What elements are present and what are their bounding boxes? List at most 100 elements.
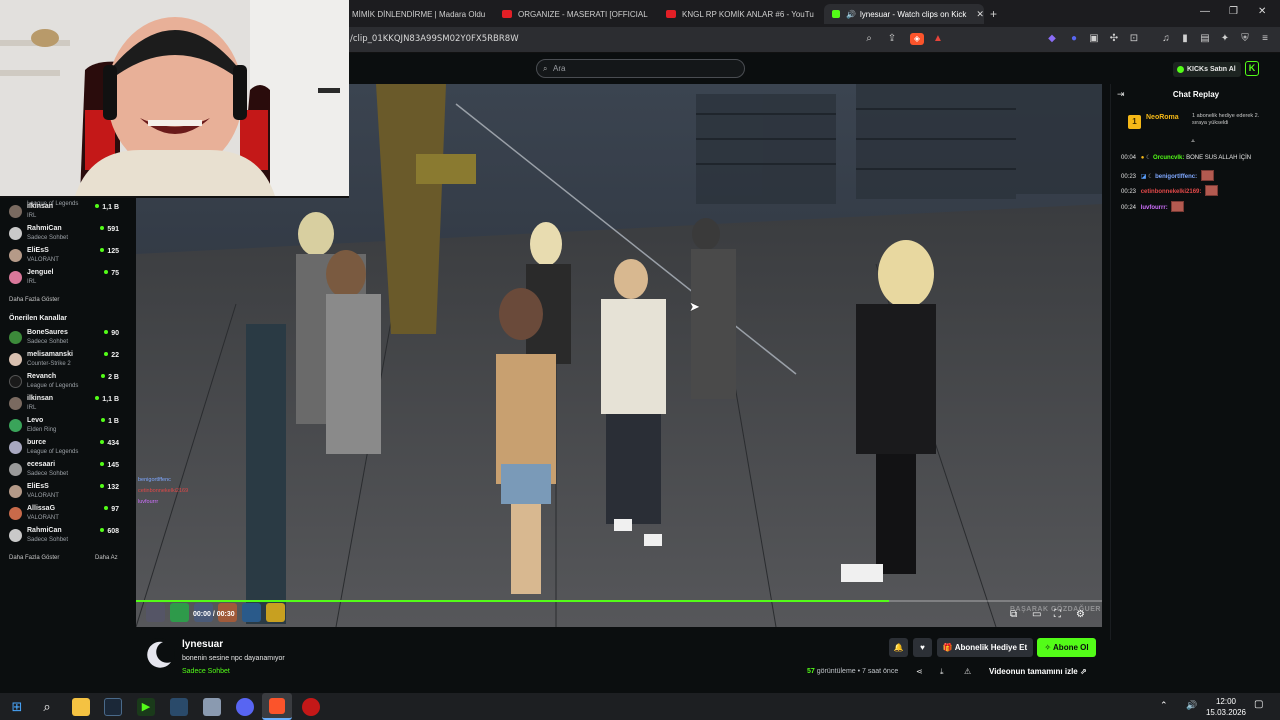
- app-icon-2[interactable]: [203, 698, 221, 716]
- avatar: [9, 271, 22, 284]
- avatar: [9, 375, 22, 388]
- sidebar-item-rahmican-2[interactable]: RahmiCan Sadece Sohbet 608: [0, 525, 127, 547]
- file-explorer-icon[interactable]: [72, 698, 90, 716]
- volume-icon[interactable]: 🔊: [1186, 700, 1197, 711]
- watch-full-video-button[interactable]: Videonun tamamını izle ⇗: [981, 663, 1095, 680]
- chat-title: Chat Replay: [1172, 90, 1220, 99]
- system-clock[interactable]: 12:00 15.03.2026: [1206, 696, 1246, 718]
- extensions-puzzle-icon[interactable]: ✣: [1108, 33, 1120, 45]
- clip-category[interactable]: Sadece Sohbet: [182, 668, 230, 675]
- sidebar-item-levo[interactable]: Levo Elden Ring 1 B: [0, 415, 127, 437]
- emote-icon: [1171, 201, 1185, 212]
- moon-badge-icon: ☾: [1145, 155, 1152, 161]
- notification-center-icon[interactable]: ▢: [1254, 699, 1263, 710]
- sidebar-item-burce[interactable]: burce League of Legends 434: [0, 437, 127, 459]
- share-icon[interactable]: ⋖: [916, 667, 923, 676]
- avatar: [9, 331, 22, 344]
- kick-icon: [832, 10, 840, 18]
- discord-icon[interactable]: [236, 698, 254, 716]
- sidebar-item-revanch[interactable]: Revanch League of Legends 2 B: [0, 371, 127, 393]
- zoom-icon[interactable]: ⌕: [863, 33, 875, 45]
- brave-rewards-icon[interactable]: ▲: [932, 33, 944, 45]
- notification-button[interactable]: 🔔: [889, 638, 908, 657]
- youtube-icon: [666, 10, 676, 18]
- emote-icon: [1200, 170, 1214, 181]
- extension-2-icon[interactable]: ●: [1068, 33, 1080, 45]
- menu-icon[interactable]: ≡: [1259, 33, 1271, 45]
- star-icon: ✧: [1044, 643, 1052, 652]
- hud-health-icon: [170, 603, 189, 622]
- webcam-overlay: [0, 0, 349, 196]
- buy-kicks-button[interactable]: KICKs Satın Al: [1173, 62, 1241, 77]
- brave-taskbar-active[interactable]: [262, 693, 292, 720]
- sidebar-item-eliess[interactable]: EliEsS VALORANT 125: [0, 245, 127, 267]
- search-input[interactable]: ⌕ Ara: [536, 59, 745, 78]
- vpn-icon[interactable]: ⛨: [1239, 33, 1251, 45]
- windows-start-icon[interactable]: ⊞: [8, 698, 26, 716]
- channel-avatar[interactable]: [143, 638, 175, 670]
- webcam-image: [0, 0, 349, 196]
- new-tab-button[interactable]: +: [990, 4, 997, 24]
- search-icon[interactable]: ⌕: [38, 698, 56, 716]
- brave-shields-icon[interactable]: ◈: [910, 33, 924, 45]
- report-icon[interactable]: ⚠: [964, 667, 971, 676]
- tab-kngl[interactable]: KNGL RP KOMİK ANLAR #6 - YouTu: [666, 4, 814, 24]
- kicks-coin-icon: [1177, 66, 1184, 73]
- leo-ai-icon[interactable]: ✦: [1219, 33, 1231, 45]
- restore-icon[interactable]: ❐: [1229, 6, 1238, 17]
- hud-stamina-icon: [266, 603, 285, 622]
- sidebar-item-jenguel[interactable]: Jenguel IRL 75: [0, 267, 127, 289]
- subscribe-button[interactable]: ✧ Abone Ol: [1037, 638, 1096, 657]
- show-more-link[interactable]: Daha Fazla Göster: [9, 297, 59, 303]
- sidebar-item-ilkinsan-2[interactable]: ilkinsan IRL 1,1 B: [0, 393, 127, 415]
- sidebar: League of Legends ilkinsan IRL 1,1 B Rah…: [0, 193, 127, 693]
- channel-name[interactable]: lynesuar: [182, 639, 223, 650]
- tray-chevron-icon[interactable]: ⌃: [1160, 700, 1168, 711]
- sidebar-item-rahmican[interactable]: RahmiCan Sadece Sohbet 591: [0, 223, 127, 245]
- sidebar-item-ilkinsan[interactable]: ilkinsan IRL 1,1 B: [0, 201, 127, 223]
- close-tab-icon[interactable]: ✕: [976, 9, 984, 20]
- url-field[interactable]: /clip_01KKQJN83A99SM02Y0FX5RBR8W: [350, 34, 519, 44]
- wallet-icon[interactable]: ▤: [1199, 33, 1211, 45]
- show-more-link-2[interactable]: Daha Fazla Göster: [9, 555, 59, 561]
- sidebar-item-eliess-2[interactable]: EliEsS VALORANT 132: [0, 481, 127, 503]
- show-less-link[interactable]: Daha Az: [95, 555, 118, 561]
- extension-1-icon[interactable]: ◆: [1046, 33, 1058, 45]
- steam-icon[interactable]: [104, 698, 122, 716]
- sidebar-item-ecesaari[interactable]: ecesaari Sadece Sohbet 145: [0, 459, 127, 481]
- sidebar-item-melisamanski[interactable]: melisamanski Counter-Strike 2 22: [0, 349, 127, 371]
- media-icon[interactable]: ♫: [1160, 33, 1172, 45]
- sidebar-item-bonesaures[interactable]: BoneSaures Sadece Sohbet 90: [0, 327, 127, 349]
- tab-organize[interactable]: ORGANIZE - MASERATI [OFFICIAL M: [502, 4, 650, 24]
- close-window-icon[interactable]: ✕: [1258, 6, 1266, 17]
- tab-mimik[interactable]: MİMİK DİNLENDİRME | Madara Oldu: [352, 4, 492, 24]
- tab-kick-active[interactable]: 🔊 lynesuar - Watch clips on Kick ✕: [824, 4, 984, 24]
- scroll-down-icon[interactable]: ⩡: [1191, 138, 1195, 146]
- app-icon-3[interactable]: [302, 698, 320, 716]
- pip-icon[interactable]: ⧉: [1010, 609, 1017, 620]
- progress-fill: [136, 600, 890, 602]
- extension-3-icon[interactable]: ▣: [1088, 33, 1100, 45]
- avatar: [9, 227, 22, 240]
- media-player-icon[interactable]: ▶: [137, 698, 155, 716]
- gift-icon: 🎁: [942, 643, 953, 652]
- hud-chat-line: luvfourrr: [138, 499, 159, 505]
- settings-icon[interactable]: ⚙: [1076, 609, 1085, 620]
- view-count: 57 görüntüleme • 7 saat önce: [807, 668, 899, 675]
- chat-message: 00:23 cetinbonnekelki2169:: [1121, 185, 1219, 196]
- fullscreen-icon[interactable]: ⛶: [1054, 609, 1061, 620]
- follow-heart-button[interactable]: ♥: [913, 638, 932, 657]
- minimize-icon[interactable]: —: [1200, 6, 1210, 17]
- gift-subscription-button[interactable]: 🎁 Abonelik Hediye Et: [937, 638, 1033, 657]
- sidebar-icon[interactable]: ▮: [1179, 33, 1191, 45]
- screenshot-icon[interactable]: ⊡: [1128, 33, 1140, 45]
- moon-icon: [147, 641, 171, 668]
- sidebar-item-allissag[interactable]: AllissaG VALORANT 97: [0, 503, 127, 525]
- kick-user-icon[interactable]: K: [1245, 61, 1259, 76]
- download-icon[interactable]: ⤓: [940, 667, 944, 677]
- avatar: [9, 507, 22, 520]
- share-icon[interactable]: ⇪: [886, 33, 898, 45]
- theater-icon[interactable]: ▭: [1032, 609, 1041, 620]
- progress-bar[interactable]: [136, 600, 1102, 602]
- app-icon[interactable]: [170, 698, 188, 716]
